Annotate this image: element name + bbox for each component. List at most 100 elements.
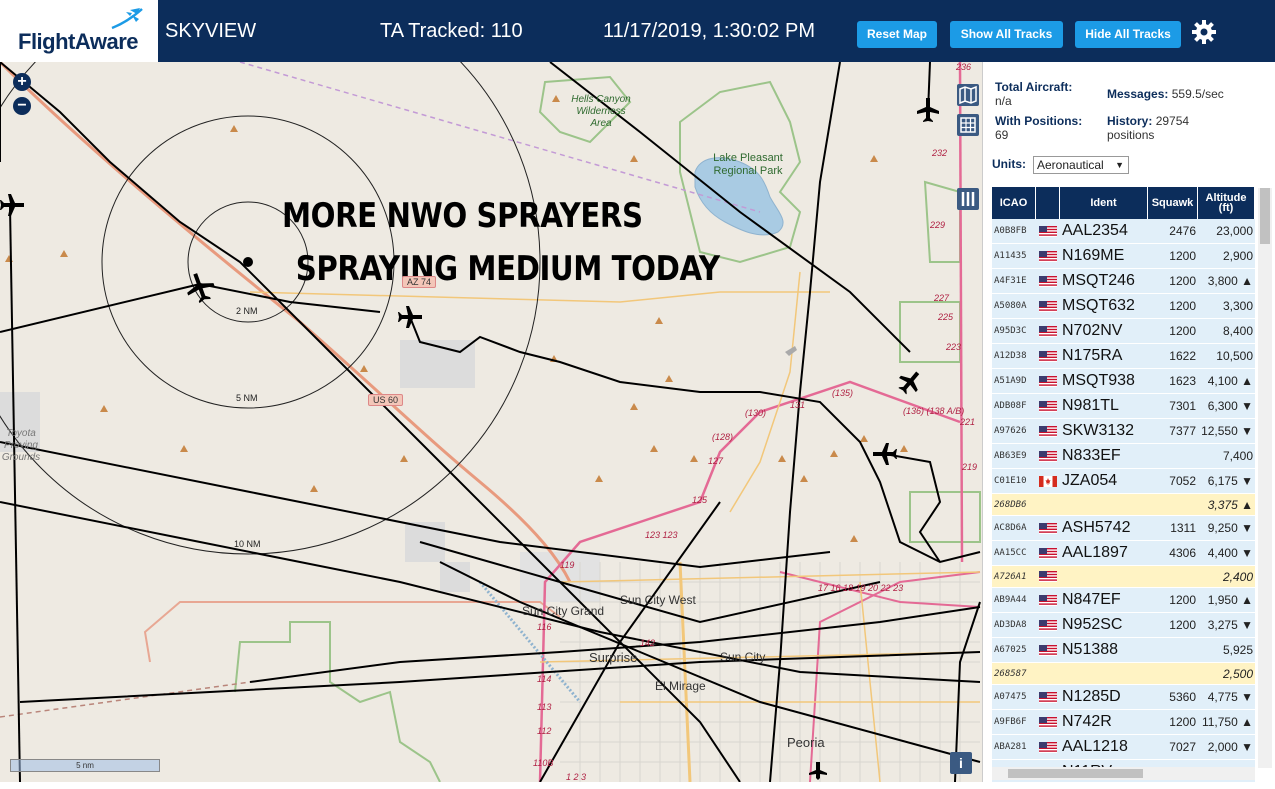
table-row[interactable]: A11435 N169ME 1200 2,900 [992, 244, 1255, 269]
cell-icao: A5080A [994, 301, 1027, 311]
col-squawk[interactable]: Squawk [1148, 187, 1198, 219]
horizontal-scrollbar[interactable] [992, 767, 1255, 780]
table-row[interactable]: A4F31E MSQT246 1200 3,800 ▲ [992, 269, 1255, 294]
road-label: 229 [930, 220, 946, 230]
table-row[interactable]: A5080A MSQT632 1200 3,300 [992, 294, 1255, 319]
cell-icao: AB63E9 [994, 451, 1027, 461]
cell-ident: MSQT632 [1062, 297, 1135, 314]
cell-icao: AD3DA8 [994, 620, 1027, 630]
canada-flag-icon [1039, 475, 1057, 487]
gear-icon[interactable] [1190, 18, 1218, 46]
cell-squawk: 1200 [1169, 618, 1196, 632]
road-label: 113 [537, 702, 552, 712]
cell-altitude: 1,950 ▲ [1207, 593, 1253, 607]
grid-icon[interactable] [957, 114, 979, 136]
cell-icao: AB9A44 [994, 595, 1027, 605]
table-row[interactable]: AD3DA8 N952SC 1200 3,275 ▼ [992, 613, 1255, 638]
cell-flag [1036, 644, 1060, 656]
shield-az74: AZ 74 [402, 276, 437, 288]
table-row[interactable]: A67025 N51388 5,925 [992, 638, 1255, 663]
cell-icao: A4F31E [994, 276, 1027, 286]
road-label: 123 123 [645, 530, 678, 540]
table-row[interactable]: AC8D6A ASH5742 1311 9,250 ▼ [992, 516, 1255, 541]
road-label: (136) (138 A/B) [903, 406, 965, 416]
vertical-scrollbar[interactable] [1258, 188, 1272, 768]
road-label: (128) [712, 432, 734, 442]
table-row[interactable]: C01E10 JZA054 7052 6,175 ▼ [992, 469, 1255, 494]
cell-altitude: 4,775 ▼ [1207, 690, 1253, 704]
ring-label-2nm: 2 NM [236, 306, 258, 316]
info-icon[interactable]: i [950, 752, 972, 774]
table-row[interactable]: ADB08F N981TL 7301 6,300 ▼ [992, 394, 1255, 419]
table-row[interactable]: A9FB6F N742R 1200 11,750 ▲ [992, 710, 1255, 735]
cell-flag [1036, 375, 1060, 387]
table-row[interactable]: AB63E9 N833EF 7,400 [992, 444, 1255, 469]
cell-altitude: 2,500 [1222, 666, 1253, 681]
col-ident[interactable]: Ident [1060, 187, 1148, 219]
flightaware-logo[interactable]: FlightAware [0, 0, 160, 62]
table-row[interactable]: ABA281 AAL1218 7027 2,000 ▼ [992, 735, 1255, 760]
table-row[interactable]: AA15CC AAL1897 4306 4,400 ▼ [992, 541, 1255, 566]
aircraft-table: ICAO Ident Squawk Altitude (ft) A0B8FB AA… [992, 187, 1255, 782]
road-label: 232 [932, 148, 948, 158]
units-select[interactable]: Aeronautical ▼ [1033, 156, 1129, 174]
us-flag-icon [1039, 619, 1057, 631]
table-row[interactable]: A12D38 N175RA 1622 10,500 [992, 344, 1255, 369]
cell-altitude: 4,100 ▲ [1207, 374, 1253, 388]
cell-ident: N833EF [1062, 447, 1121, 464]
stat-messages: Messages: 559.5/sec [1107, 87, 1224, 101]
cell-squawk: 5360 [1169, 690, 1196, 704]
overlay-line-1: MORE NWO SPRAYERS [282, 196, 643, 236]
cell-icao: A11435 [994, 251, 1027, 261]
table-row[interactable]: 268587 2,500 [992, 663, 1255, 685]
cell-ident: N51388 [1062, 641, 1119, 658]
road-label: 17 16 18 19 20 22 23 [818, 583, 904, 593]
cell-flag [1036, 325, 1060, 337]
us-flag-icon [1039, 450, 1057, 462]
table-row[interactable]: A0B8FB AAL2354 2476 23,000 [992, 219, 1255, 244]
road-label: 119 [560, 560, 575, 570]
cell-icao: 268DB6 [994, 499, 1027, 510]
reset-map-button[interactable]: Reset Map [857, 21, 937, 48]
cell-flag [1036, 250, 1060, 262]
table-row[interactable]: AB9A44 N847EF 1200 1,950 ▲ [992, 588, 1255, 613]
cell-ident: N175RA [1062, 347, 1123, 364]
table-row[interactable]: A07475 N1285D 5360 4,775 ▼ [992, 685, 1255, 710]
map-canvas[interactable] [0, 62, 982, 782]
table-row[interactable]: A95D3C N702NV 1200 8,400 [992, 319, 1255, 344]
label-surprise: Surprise [589, 650, 638, 665]
table-row[interactable]: A51A9D MSQT938 1623 4,100 ▲ [992, 369, 1255, 394]
hide-all-tracks-button[interactable]: Hide All Tracks [1075, 21, 1181, 48]
cell-ident: N981TL [1062, 397, 1119, 414]
us-flag-icon [1039, 691, 1057, 703]
table-row[interactable]: 268DB6 3,375 ▲ [992, 494, 1255, 516]
road-label: 227 [934, 293, 950, 303]
cell-icao: ADB08F [994, 401, 1027, 411]
cell-squawk: 1311 [1170, 521, 1196, 535]
road-label: (135) [832, 388, 854, 398]
cell-icao: AC8D6A [994, 523, 1027, 533]
cell-flag [1036, 275, 1060, 287]
table-row[interactable]: A726A1 2,400 [992, 566, 1255, 588]
cell-altitude: 23,000 [1216, 224, 1253, 238]
label-peoria: Peoria [787, 735, 825, 750]
zoom-out-button[interactable]: − [13, 97, 31, 115]
col-altitude[interactable]: Altitude (ft) [1198, 187, 1255, 219]
cell-ident: N847EF [1062, 591, 1121, 608]
map-layers-icon[interactable] [957, 84, 979, 106]
cell-flag [1036, 594, 1060, 606]
stat-messages-value: 559.5/sec [1171, 87, 1224, 101]
table-row[interactable]: A97626 SKW3132 7377 12,550 ▼ [992, 419, 1255, 444]
col-icao[interactable]: ICAO [992, 187, 1036, 219]
show-all-tracks-button[interactable]: Show All Tracks [950, 21, 1063, 48]
zoom-in-button[interactable]: + [13, 73, 31, 91]
stat-total-label: Total Aircraft: [995, 80, 1073, 94]
cell-altitude: 2,400 [1222, 569, 1253, 584]
road-label: 116 [537, 622, 552, 632]
stat-positions-value: 69 [995, 128, 1009, 142]
columns-icon[interactable] [957, 188, 979, 210]
us-flag-icon [1039, 275, 1057, 287]
road-label: 1 2 3 [566, 772, 587, 782]
map-view[interactable]: + − MORE NWO SPRAYERS SPRAYING MEDIUM TO… [0, 62, 982, 782]
cell-ident: MSQT246 [1062, 272, 1135, 289]
